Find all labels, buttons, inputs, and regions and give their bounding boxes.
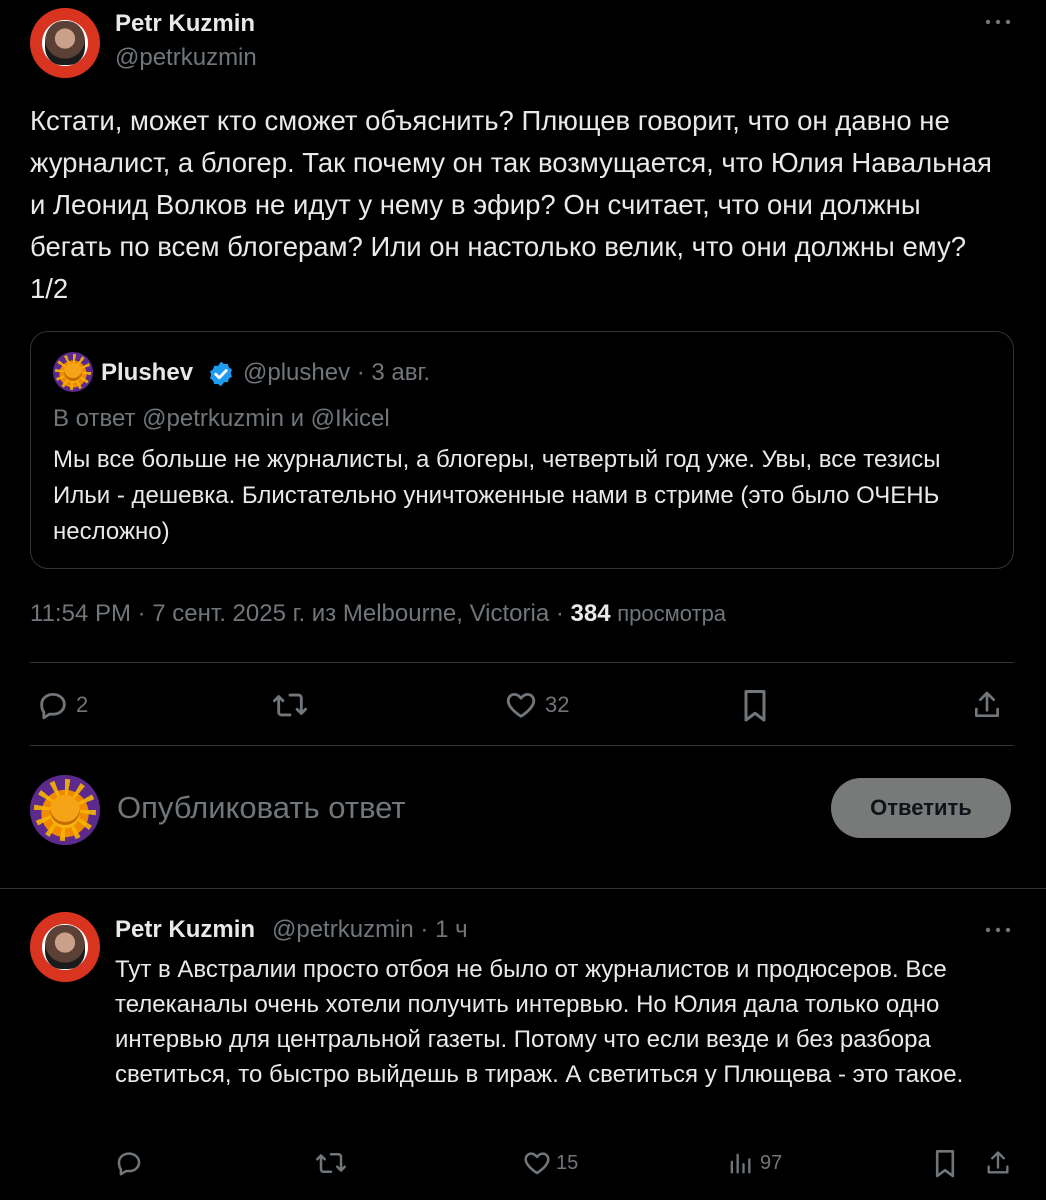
author-handle[interactable]: @petrkuzmin — [115, 44, 257, 72]
section-divider — [0, 888, 1046, 889]
reply-author-name[interactable]: Petr Kuzmin — [115, 916, 255, 944]
bookmark-action[interactable] — [738, 686, 772, 724]
like-count: 15 — [556, 1151, 579, 1174]
repost-icon — [314, 1148, 348, 1178]
divider — [30, 745, 1014, 746]
repost-icon — [270, 688, 310, 722]
reply-text: Тут в Австралии просто отбоя не было от … — [115, 956, 964, 1088]
share-icon — [971, 688, 1003, 722]
heart-icon — [522, 1148, 552, 1178]
reply-count: 2 — [76, 692, 89, 717]
share-action[interactable] — [983, 1146, 1013, 1180]
views-count: 97 — [760, 1151, 783, 1174]
quoted-author-avatar[interactable] — [53, 352, 93, 392]
repost-action[interactable] — [314, 1146, 348, 1180]
author-name[interactable]: Petr Kuzmin — [115, 10, 255, 38]
bookmark-icon — [932, 1147, 958, 1179]
sun-face — [64, 363, 82, 381]
reply-submit-button[interactable]: Ответить — [831, 778, 1011, 838]
bookmark-icon — [740, 687, 770, 723]
tweet-timestamp-location[interactable]: 11:54 PM · 7 сент. 2025 г. из Melbourne,… — [30, 600, 571, 627]
tweet-meta: 11:54 PM · 7 сент. 2025 г. из Melbourne,… — [30, 600, 726, 628]
repost-action[interactable] — [270, 686, 310, 724]
bookmark-action[interactable] — [930, 1146, 960, 1180]
verified-badge-icon — [207, 360, 235, 388]
author-photo — [45, 924, 85, 970]
more-dots-icon[interactable] — [982, 918, 1014, 942]
reply-icon — [114, 1148, 144, 1178]
tweet-text: Кстати, может кто сможет объяснить? Плющ… — [30, 105, 992, 304]
reply-action[interactable]: 2 — [36, 686, 88, 724]
views-label: просмотра — [617, 601, 727, 626]
quoted-tweet-card[interactable]: Plushev @plushev · 3 авг. В ответ @petrk… — [30, 331, 1014, 569]
quoted-author-name[interactable]: Plushev — [101, 359, 193, 387]
quoted-text: Мы все больше не журналисты, а блогеры, … — [53, 446, 941, 545]
current-user-avatar[interactable] — [30, 775, 100, 845]
like-count: 32 — [545, 692, 570, 717]
author-photo — [45, 20, 85, 66]
divider — [30, 662, 1014, 663]
views-count: 384 — [570, 600, 611, 627]
heart-icon — [503, 688, 539, 722]
quoted-handle-date[interactable]: @plushev · 3 авг. — [243, 359, 430, 387]
like-action[interactable]: 15 — [522, 1146, 578, 1180]
reply-icon — [36, 688, 70, 722]
more-dots-icon[interactable] — [982, 10, 1014, 34]
quoted-reply-to[interactable]: В ответ @petrkuzmin и @Ikicel — [53, 405, 390, 433]
author-avatar[interactable] — [30, 8, 100, 78]
analytics-bars-icon — [726, 1148, 754, 1178]
reply-author-avatar[interactable] — [30, 912, 100, 982]
share-icon — [984, 1148, 1012, 1178]
reply-action[interactable] — [114, 1146, 144, 1180]
views-action[interactable]: 97 — [726, 1146, 782, 1180]
reply-handle-time[interactable]: @petrkuzmin · 1 ч — [272, 916, 468, 944]
like-action[interactable]: 32 — [503, 686, 569, 724]
reply-input[interactable]: Опубликовать ответ — [117, 790, 797, 826]
share-action[interactable] — [970, 686, 1004, 724]
